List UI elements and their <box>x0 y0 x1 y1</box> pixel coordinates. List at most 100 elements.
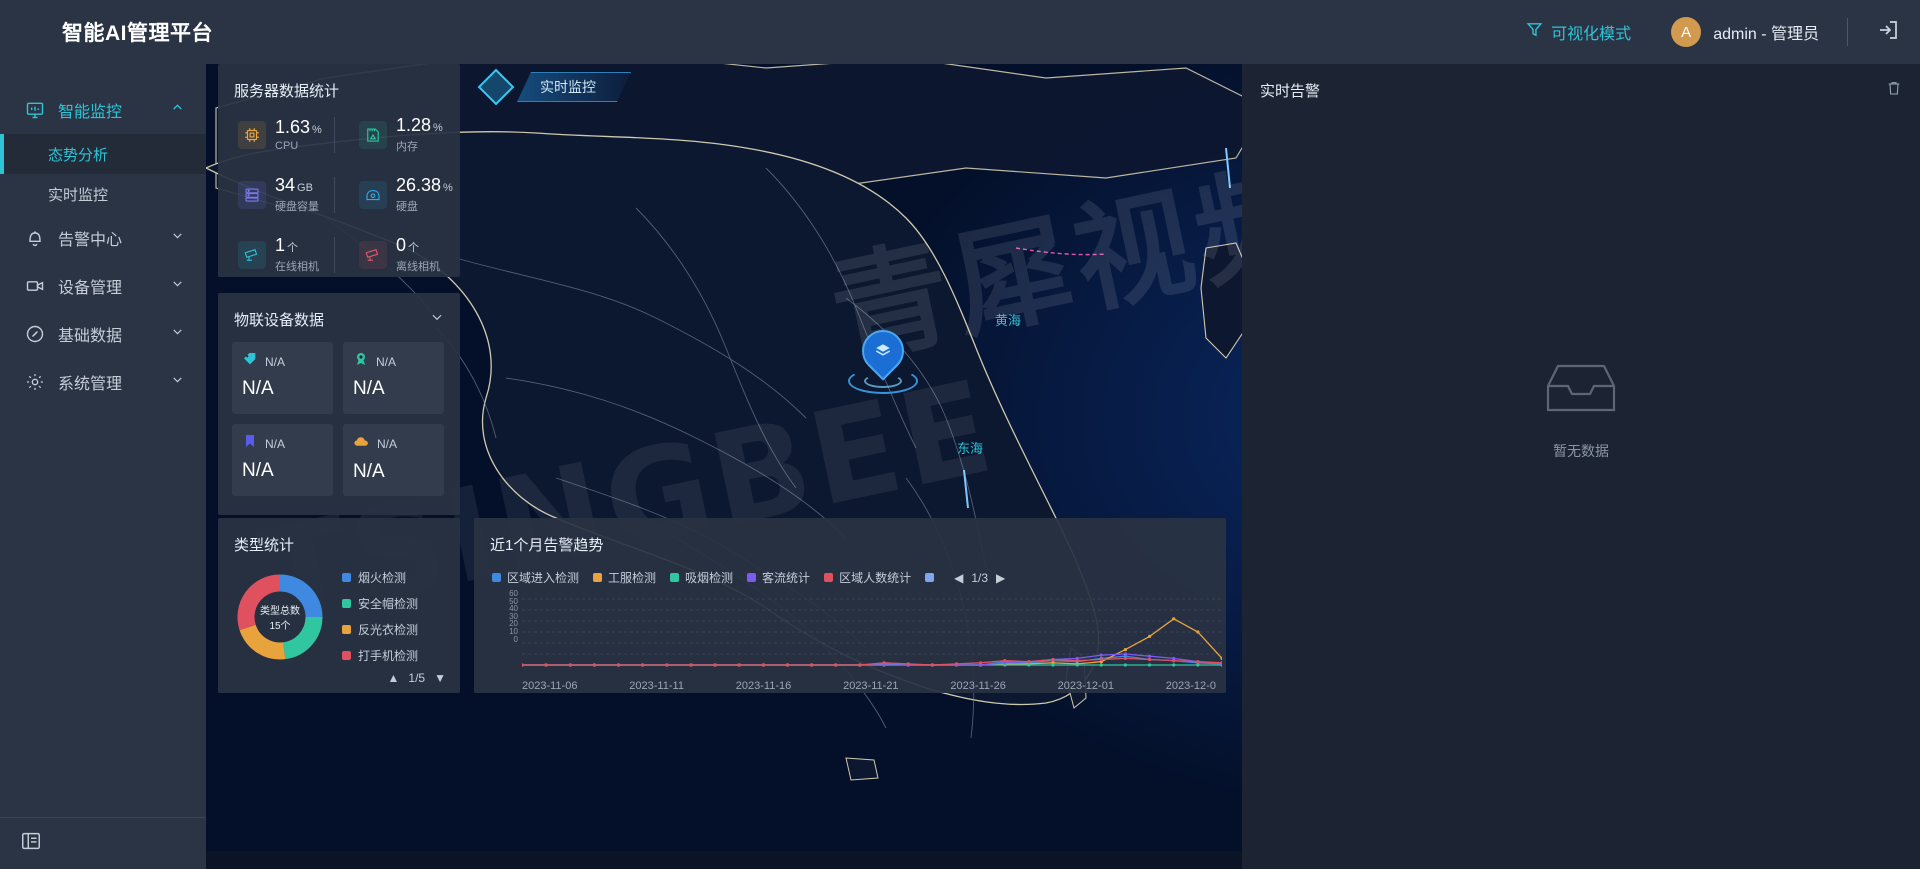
triangle-down-icon[interactable]: ▼ <box>434 671 446 685</box>
iot-card[interactable]: N/A N/A <box>232 424 333 496</box>
iot-card-name: N/A <box>377 437 398 451</box>
iot-card[interactable]: N/A N/A <box>232 342 333 414</box>
legend-color-swatch <box>747 573 757 582</box>
legend-color-swatch <box>342 651 351 660</box>
x-tick-label: 2023-11-26 <box>950 680 1006 692</box>
chevron-down-icon <box>171 373 184 391</box>
sidebar-item-alarm-center[interactable]: 告警中心 <box>0 214 206 262</box>
trend-pagination: ◀ 1/3 ▶ <box>954 571 1005 585</box>
chart-y-axis-ticks: 60 50 40 30 20 10 0 <box>492 590 518 652</box>
trash-icon[interactable] <box>1886 80 1902 101</box>
triangle-up-icon[interactable]: ▲ <box>388 671 400 685</box>
type-pagination: ▲ 1/5 ▼ <box>388 671 446 685</box>
iot-device-panel: 物联设备数据 N/A N/A N/A N/A N/A N/A N/A N/A <box>218 293 460 515</box>
badge-icon <box>353 351 369 372</box>
realtime-alarm-title: 实时告警 <box>1260 83 1321 100</box>
bottom-strip <box>206 851 1242 869</box>
stat-value: 26.38% <box>396 175 453 196</box>
visual-mode-button[interactable]: 可视化模式 <box>1526 20 1631 44</box>
legend-label: 客流统计 <box>762 571 811 585</box>
x-tick-label: 2023-12-01 <box>1057 680 1114 692</box>
realtime-alarm-panel: 实时告警 暂无数据 <box>1242 64 1920 869</box>
legend-item[interactable]: 反光衣检测 <box>342 621 418 638</box>
trend-legend-item[interactable]: 区域人数统计 <box>824 569 911 586</box>
sidebar-item-device-management[interactable]: 设备管理 <box>0 262 206 310</box>
iot-card-value: N/A <box>353 378 385 399</box>
legend-label: 烟火检测 <box>358 571 407 585</box>
legend-item[interactable]: 打手机检测 <box>342 647 418 664</box>
logout-icon[interactable] <box>1876 18 1900 47</box>
type-statistics-title: 类型统计 <box>234 537 295 554</box>
iot-card[interactable]: N/A N/A <box>343 342 444 414</box>
chevron-left-icon[interactable]: ◀ <box>954 571 963 585</box>
sidebar: 智能监控 态势分析 实时监控 告警中心 设备管理 基础数据 系统管理 <box>0 64 206 869</box>
legend-color-swatch <box>342 573 351 582</box>
type-statistics-panel: 类型统计 类型总数 15个 烟火检测安全帽检测反光衣检测打手机检测 ▲ 1/5 … <box>218 518 460 693</box>
trend-legend-item[interactable]: 区域进入检测 <box>492 569 579 586</box>
chevron-right-icon[interactable]: ▶ <box>996 571 1005 585</box>
sidebar-item-realtime-monitor[interactable]: 实时监控 <box>0 174 206 214</box>
sidebar-collapse-button[interactable] <box>0 817 206 869</box>
iot-card-header: N/A <box>242 433 333 454</box>
compass-icon <box>24 323 46 345</box>
trend-legend-item[interactable]: 吸烟检测 <box>670 569 733 586</box>
trend-chart-svg <box>522 598 1222 667</box>
legend-color-swatch-extra <box>925 573 935 582</box>
user-name-label: admin - 管理员 <box>1713 26 1819 43</box>
iot-card-header: N/A <box>353 433 444 455</box>
stat-value: 1.28% <box>396 115 443 136</box>
camera-offline-icon <box>359 241 387 269</box>
iot-card-value: N/A <box>242 378 274 399</box>
legend-item[interactable]: 安全帽检测 <box>342 595 418 612</box>
avatar: A <box>1671 17 1702 47</box>
type-statistics-body: 类型总数 15个 烟火检测安全帽检测反光衣检测打手机检测 <box>218 555 460 673</box>
trend-page-indicator: 1/3 <box>971 570 988 585</box>
alarm-trend-title: 近1个月告警趋势 <box>490 537 604 554</box>
camera-online-icon <box>238 241 266 269</box>
sidebar-item-situation-analysis[interactable]: 态势分析 <box>0 134 206 174</box>
sidebar-item-basic-data[interactable]: 基础数据 <box>0 310 206 358</box>
x-tick-label: 2023-11-16 <box>735 680 792 692</box>
monitor-icon <box>24 99 46 121</box>
alarm-trend-chart[interactable]: 60 50 40 30 20 10 0 2023-11-06 2023-11-11 2023-1… <box>492 590 1222 692</box>
sidebar-item-label: 告警中心 <box>58 232 123 249</box>
realtime-monitor-pill-label: 实时监控 <box>517 72 631 102</box>
sidebar-item-smart-monitor[interactable]: 智能监控 <box>0 86 206 134</box>
bell-icon <box>24 227 46 249</box>
legend-item[interactable]: 烟火检测 <box>342 569 418 586</box>
sidebar-subgroup: 态势分析 <box>0 134 206 174</box>
visual-mode-label: 可视化模式 <box>1551 26 1632 43</box>
empty-state: 暂无数据 <box>1242 360 1920 461</box>
alarm-trend-legend: 区域进入检测 工服检测 吸烟检测 客流统计 区域人数统计 ◀ 1/3 ▶ <box>474 555 1226 586</box>
realtime-alarm-header: 实时告警 <box>1242 64 1920 101</box>
empty-box-icon <box>1542 360 1620 423</box>
cloud-icon <box>353 433 370 455</box>
type-donut-chart[interactable]: 类型总数 15个 <box>228 565 332 669</box>
iot-card[interactable]: N/A N/A <box>343 424 444 496</box>
realtime-monitor-pill[interactable]: 实时监控 <box>477 68 631 106</box>
server-rack-icon <box>238 181 266 209</box>
sea-label-huanghai: 黄海 <box>995 313 1022 328</box>
x-tick-label: 2023-12-0 <box>1165 680 1216 692</box>
server-stats-title: 服务器数据统计 <box>234 83 340 100</box>
app-header: 智能AI管理平台 可视化模式 A admin - 管理员 <box>0 0 1920 64</box>
legend-label: 区域进入检测 <box>507 571 580 585</box>
trend-legend-item[interactable]: 工服检测 <box>593 569 656 586</box>
camera-device-icon <box>24 275 46 297</box>
map-pin-ring-inner <box>864 374 902 388</box>
stat-value: 1个 <box>275 235 299 256</box>
donut-center-value: 15个 <box>269 621 291 632</box>
iot-card-name: N/A <box>265 354 286 369</box>
map-location-marker[interactable] <box>848 321 918 394</box>
user-menu[interactable]: A admin - 管理员 <box>1671 17 1819 47</box>
legend-label: 打手机检测 <box>358 649 419 663</box>
legend-color-swatch <box>342 625 351 634</box>
trend-legend-item[interactable]: 客流统计 <box>747 569 810 586</box>
hard-disk-icon <box>359 181 387 209</box>
memory-card-icon <box>359 121 387 149</box>
sidebar-subitem-label: 实时监控 <box>48 186 109 204</box>
type-legend-list: 烟火检测安全帽检测反光衣检测打手机检测 <box>332 561 418 673</box>
stat-label: 离线相机 <box>396 260 440 273</box>
chevron-down-icon[interactable] <box>430 310 444 329</box>
sidebar-item-system-management[interactable]: 系统管理 <box>0 358 206 406</box>
